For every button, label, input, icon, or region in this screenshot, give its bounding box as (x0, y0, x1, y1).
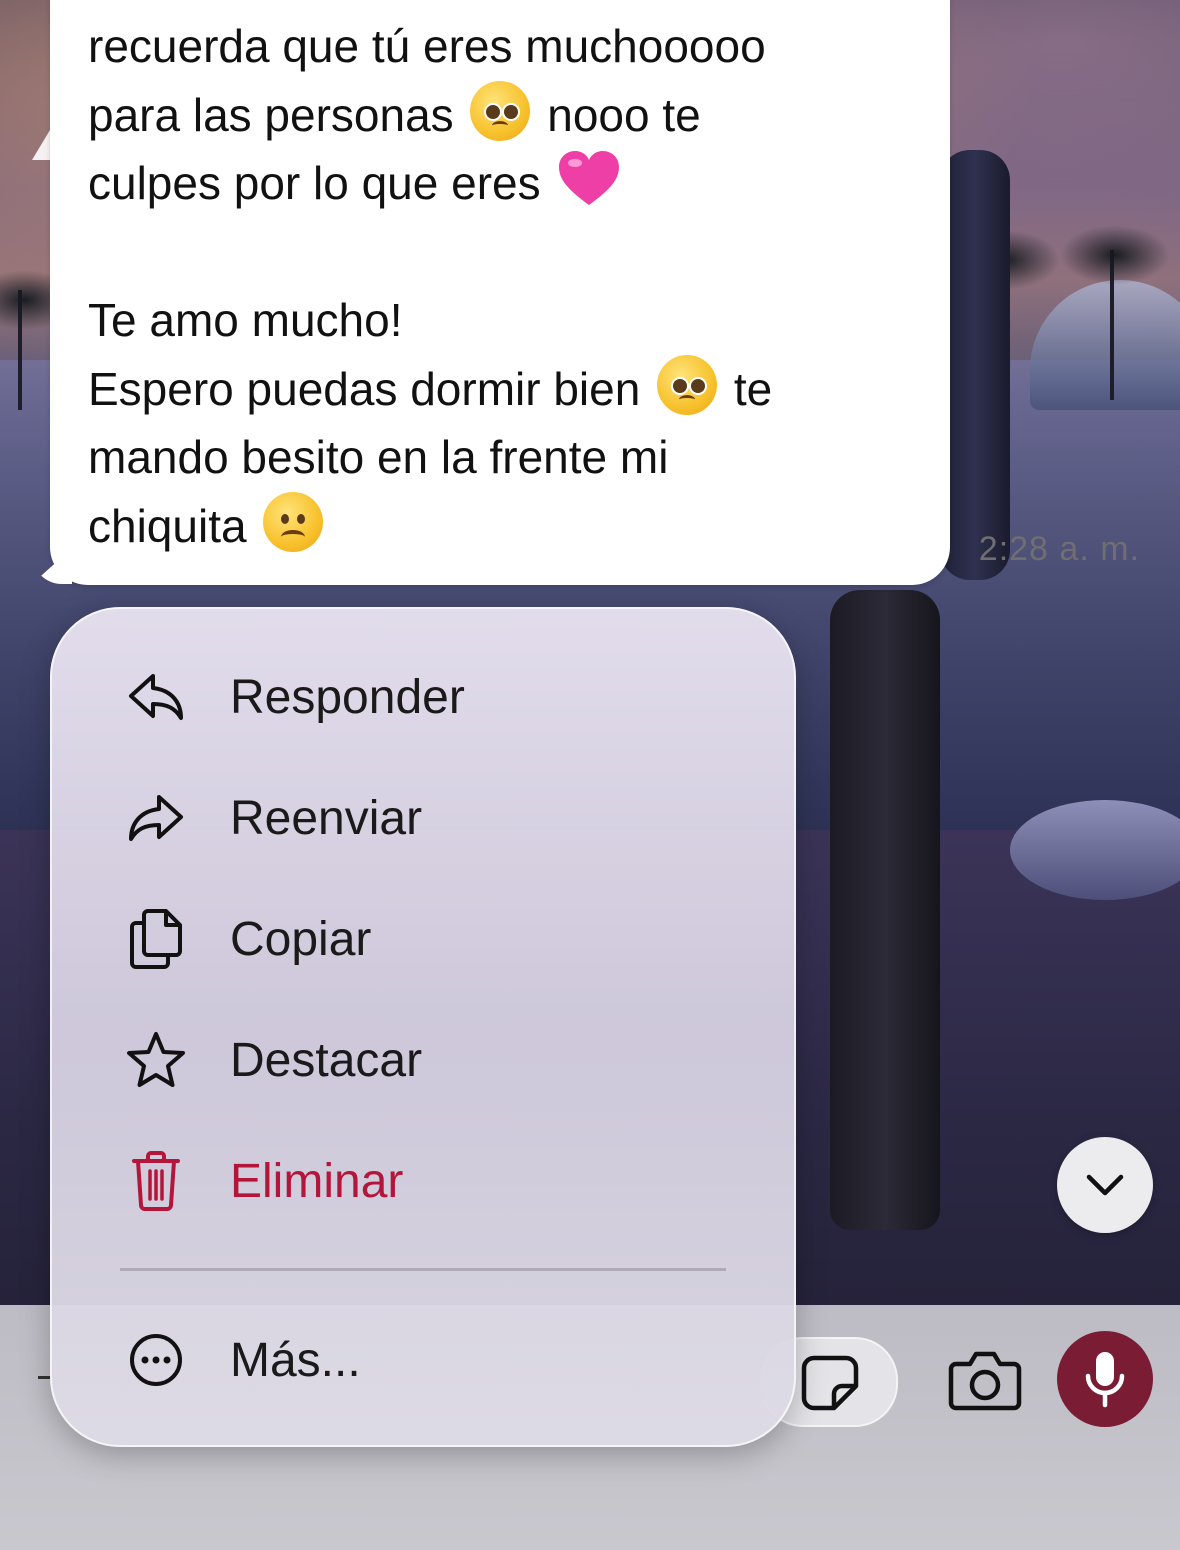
menu-item-reply[interactable]: Responder (50, 642, 796, 752)
menu-item-label: Más... (230, 1333, 361, 1387)
message-line-text: culpes por lo que eres (88, 157, 541, 209)
chevron-down-icon (1086, 1174, 1124, 1196)
message-line-text: recuerda que tú eres muchooooo (88, 20, 766, 72)
message-line-text: nooo te (547, 88, 701, 141)
message-line: recuerda que tú eres muchooooo (88, 12, 938, 81)
menu-item-forward[interactable]: Reenviar (50, 763, 796, 873)
menu-item-copy[interactable]: Copiar (50, 884, 796, 994)
reply-icon (126, 667, 186, 727)
menu-divider (120, 1268, 726, 1271)
message-line: Espero puedas dormir bien te (88, 354, 938, 424)
menu-item-more[interactable]: Más... (50, 1305, 796, 1415)
message-line-blank (88, 218, 938, 287)
microphone-icon (1085, 1352, 1125, 1408)
chat-screen: recuerda que tú eres muchooooo para las … (0, 0, 1180, 1550)
message-line-text: te (733, 362, 773, 415)
menu-item-label: Responder (230, 670, 465, 724)
message-line: culpes por lo que eres (88, 149, 938, 218)
message-line: chiquita (88, 491, 938, 561)
menu-item-delete[interactable]: Eliminar (50, 1126, 796, 1236)
message-line: para las personas nooo te (88, 80, 938, 150)
camera-icon[interactable] (948, 1348, 1022, 1412)
message-line-text: Te amo mucho! (88, 294, 403, 346)
menu-item-label: Copiar (230, 912, 372, 966)
wallpaper-palm-head (1060, 225, 1170, 285)
more-icon (126, 1330, 186, 1390)
menu-item-label: Destacar (230, 1033, 423, 1087)
menu-item-star[interactable]: Destacar (50, 1005, 796, 1115)
copy-icon (126, 909, 186, 969)
menu-item-label: Eliminar (230, 1154, 404, 1208)
star-icon (126, 1030, 186, 1090)
frowning-face-emoji-icon (263, 491, 324, 552)
sticker-icon[interactable] (800, 1352, 860, 1412)
microphone-button[interactable] (1057, 1331, 1153, 1427)
message-line-text: Espero puedas dormir bien (88, 362, 641, 415)
message-line-text: para las personas (88, 88, 454, 141)
message-line: Te amo mucho! (88, 286, 938, 355)
message-timestamp: 2:28 a. m. (978, 530, 1140, 568)
wallpaper-figure-boot (830, 590, 940, 1230)
pink-heart-emoji-icon (557, 149, 620, 209)
scroll-to-bottom-button[interactable] (1057, 1137, 1153, 1233)
message-line-text: chiquita (88, 499, 247, 552)
message-text: recuerda que tú eres muchooooo para las … (88, 12, 938, 560)
trash-icon (126, 1151, 186, 1211)
pleading-face-emoji-icon (657, 354, 718, 415)
pleading-face-emoji-icon (470, 80, 531, 141)
forward-icon (126, 788, 186, 848)
message-line-text: mando besito en la frente mi (88, 431, 669, 483)
wallpaper-figure-arm (940, 150, 1010, 580)
message-line: mando besito en la frente mi (88, 423, 938, 492)
menu-item-label: Reenviar (230, 791, 423, 845)
message-context-menu: Responder Reenviar Copiar Destacar Elimi… (50, 607, 796, 1447)
